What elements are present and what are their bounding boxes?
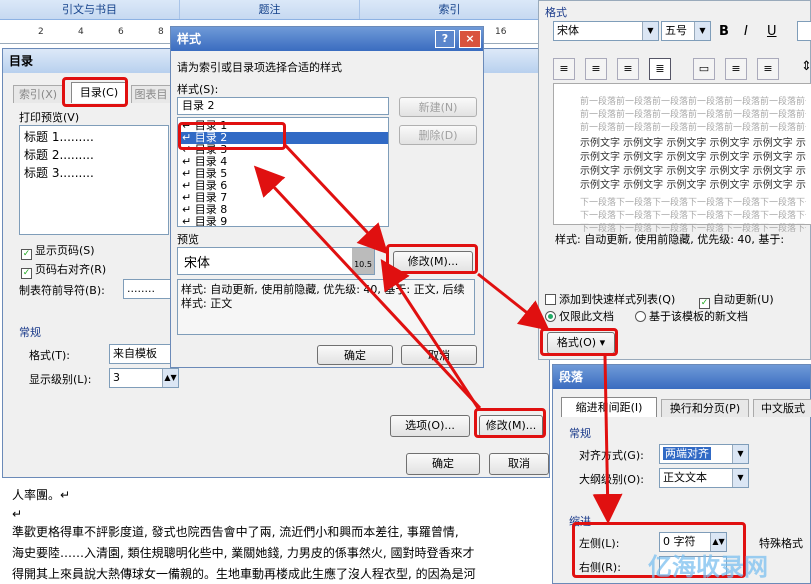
arrow-toc-modify-to-style-modify: [380, 258, 480, 409]
arrow-to-indent: [592, 355, 623, 524]
arrow-to-style-modify: [283, 143, 389, 255]
annotation-arrows: [253, 143, 623, 524]
watermark-logo: 亿海收录网: [648, 553, 768, 581]
arrow-to-toc2: [253, 165, 482, 410]
arrow-to-format-button: [477, 272, 550, 331]
